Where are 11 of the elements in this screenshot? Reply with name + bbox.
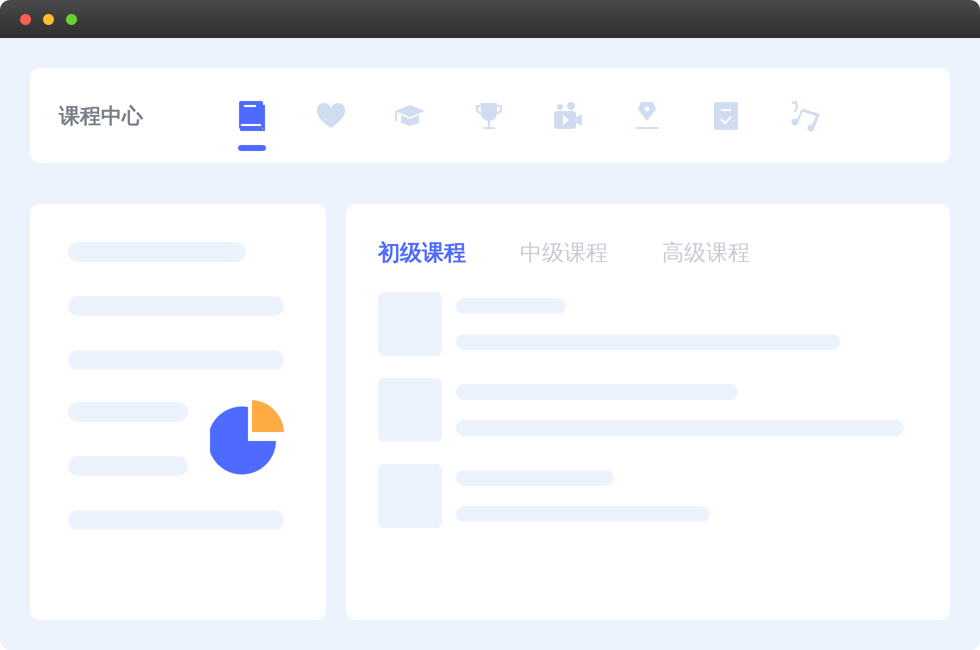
active-indicator [238,145,266,151]
music-icon [788,100,820,132]
course-tab[interactable]: 初级课程 [378,238,466,268]
course-tab[interactable]: 高级课程 [662,238,750,268]
course-tab[interactable]: 中级课程 [520,238,608,268]
pie-chart-icon [210,400,286,476]
page-title: 课程中心 [59,102,144,130]
maximize-button[interactable] [66,14,77,24]
video-icon [552,100,584,132]
minimize-button[interactable] [43,14,54,24]
close-button[interactable] [20,14,31,24]
